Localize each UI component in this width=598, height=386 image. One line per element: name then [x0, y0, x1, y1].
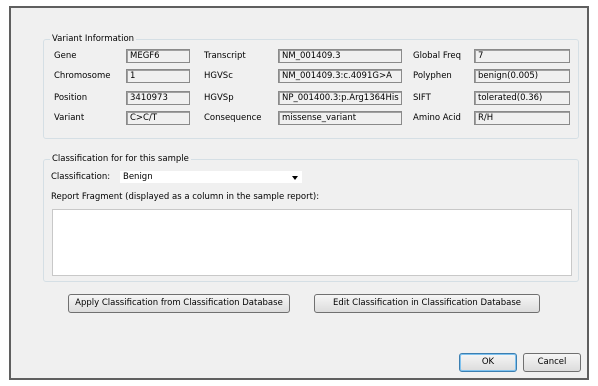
consequence-field: missense_variant — [278, 111, 402, 125]
amino-acid-field: R/H — [474, 111, 570, 125]
hgvsp-label: HGVSp — [204, 93, 234, 103]
gene-field: MEGF6 — [126, 49, 190, 63]
edit-classification-button[interactable]: Edit Classification in Classification Da… — [314, 294, 540, 313]
cancel-button[interactable]: Cancel — [523, 353, 581, 372]
chevron-down-icon — [292, 176, 298, 180]
consequence-label: Consequence — [204, 113, 262, 123]
sift-field: tolerated(0.36) — [474, 91, 570, 105]
ok-button[interactable]: OK — [459, 353, 517, 372]
sift-label: SIFT — [413, 93, 431, 103]
classification-selected-value: Benign — [123, 172, 153, 182]
chromosome-field: 1 — [126, 69, 190, 83]
hgvsc-field: NM_001409.3:c.4091G>A — [278, 69, 402, 83]
transcript-label: Transcript — [204, 51, 246, 61]
position-label: Position — [54, 93, 88, 103]
chromosome-label: Chromosome — [54, 71, 111, 81]
hgvsp-field: NP_001400.3:p.Arg1364His — [278, 91, 402, 105]
variant-field: C>C/T — [126, 111, 190, 125]
variant-information-group: Variant Information Gene MEGF6 Chromosom… — [43, 33, 579, 139]
variant-information-title: Variant Information — [50, 33, 137, 45]
polyphen-label: Polyphen — [413, 71, 452, 81]
apply-classification-button[interactable]: Apply Classification from Classification… — [68, 294, 290, 313]
classification-dialog: Variant Information Gene MEGF6 Chromosom… — [9, 6, 589, 380]
position-field: 3410973 — [126, 91, 190, 105]
classification-group: Classification for for this sample Class… — [43, 153, 579, 282]
transcript-field: NM_001409.3 — [278, 49, 402, 63]
classification-label: Classification: — [51, 172, 111, 182]
report-fragment-input[interactable] — [52, 209, 572, 276]
classification-group-title: Classification for for this sample — [50, 153, 191, 165]
global-freq-field: 7 — [474, 49, 570, 63]
classification-select[interactable]: Benign — [119, 170, 303, 184]
report-fragment-label: Report Fragment (displayed as a column i… — [51, 192, 320, 202]
gene-label: Gene — [54, 51, 77, 61]
global-freq-label: Global Freq — [413, 51, 462, 61]
hgvsc-label: HGVSc — [204, 71, 233, 81]
variant-label: Variant — [54, 113, 85, 123]
polyphen-field: benign(0.005) — [474, 69, 570, 83]
amino-acid-label: Amino Acid — [413, 113, 461, 123]
